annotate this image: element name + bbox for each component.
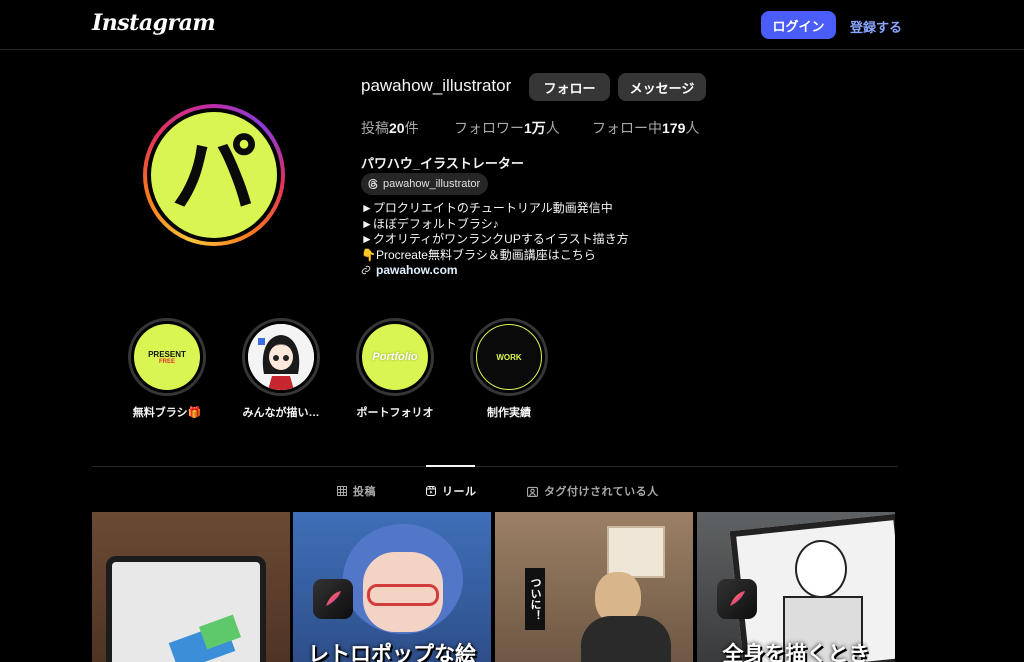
highlight-label: 制作実績 (487, 407, 531, 419)
highlight-everyone-drew[interactable]: みんなが描い… (231, 318, 331, 420)
highlight-label: みんなが描い… (242, 407, 320, 419)
highlight-cover-title: WORK (496, 352, 522, 362)
highlight-label: ポートフォリオ (356, 407, 434, 419)
highlight-cover: Portfolio (362, 324, 428, 390)
goggles (367, 584, 439, 606)
procreate-app-icon (313, 579, 353, 619)
reel-caption: ついに！ (525, 568, 545, 630)
highlight-cover: WORK (476, 324, 542, 390)
reel-thumbnail[interactable]: ついに！ (495, 512, 693, 662)
link-text: pawahow.com (376, 263, 458, 277)
followers-count: 1万 (524, 120, 546, 136)
following-unit: 人 (685, 120, 700, 136)
sketch-head (795, 540, 847, 598)
reel-thumbnail[interactable]: 全身を描くとき (697, 512, 895, 662)
posts-stat: 投稿20件 (361, 118, 419, 138)
reel-caption: レトロポップな絵 (308, 643, 476, 662)
following-count: 179 (662, 120, 686, 136)
followers-label: フォロワー (454, 120, 524, 136)
followers-stat[interactable]: フォロワー1万人 (454, 118, 560, 138)
tab-label: リール (442, 486, 477, 498)
threads-badge[interactable]: pawahow_illustrator (361, 173, 489, 195)
highlight-label: 無料ブラシ🎁 (132, 407, 202, 419)
highlight-cover-title: PRESENT (148, 349, 186, 359)
follow-button[interactable]: フォロー (529, 73, 610, 101)
link-icon (361, 265, 371, 275)
tab-label: タグ付けされている人 (544, 486, 659, 498)
highlight-cover-illustration (248, 324, 314, 390)
highlight-ring: WORK (470, 318, 548, 396)
followers-unit: 人 (545, 120, 560, 136)
highlight-cover-sub: FREE (158, 358, 175, 365)
threads-icon (368, 178, 378, 190)
profile-avatar[interactable]: パ (151, 112, 277, 238)
posts-count: 20 (389, 120, 405, 136)
signup-link[interactable]: 登録する (850, 17, 902, 36)
reel-thumbnail[interactable] (92, 512, 290, 662)
grid-icon (337, 486, 347, 496)
profile-bio: ►プロクリエイトのチュートリアル動画発信中 ►ほぼデフォルトブラシ♪ ►クオリテ… (361, 201, 629, 263)
bio-line: ►プロクリエイトのチュートリアル動画発信中 (361, 201, 613, 215)
avatar-character: パ (171, 125, 257, 225)
procreate-app-icon (717, 579, 757, 619)
top-navigation-bar: Instagram ログイン 登録する (0, 0, 1024, 50)
bio-line: ►クオリティがワンランクUPするイラスト描き方 (361, 232, 629, 246)
girl-illustration-icon (248, 324, 314, 390)
following-label: フォロー中 (592, 120, 662, 136)
login-button[interactable]: ログイン (761, 11, 836, 39)
threads-handle: pawahow_illustrator (383, 178, 481, 190)
reel-thumbnail[interactable]: レトロポップな絵 (293, 512, 491, 662)
highlight-free-brush[interactable]: PRESENT FREE 無料ブラシ🎁 (117, 318, 217, 420)
posts-label: 投稿 (361, 120, 389, 136)
highlight-cover: PRESENT FREE (134, 324, 200, 390)
tab-posts[interactable]: 投稿 (337, 483, 376, 499)
posts-unit: 件 (404, 120, 419, 136)
active-tab-indicator (426, 465, 475, 467)
instagram-logo[interactable]: Instagram (92, 10, 216, 36)
highlight-ring (242, 318, 320, 396)
highlight-cover-title: Portfolio (372, 351, 418, 363)
tab-reels[interactable]: リール (426, 483, 477, 499)
bio-line: 👇Procreate無料ブラシ＆動画講座はこちら (361, 247, 596, 262)
message-button[interactable]: メッセージ (618, 73, 706, 101)
highlight-portfolio[interactable]: Portfolio ポートフォリオ (345, 318, 445, 420)
tagged-icon (527, 486, 538, 497)
highlight-ring: PRESENT FREE (128, 318, 206, 396)
profile-username: pawahow_illustrator (361, 76, 512, 95)
following-stat[interactable]: フォロー中179人 (592, 118, 699, 138)
highlight-work[interactable]: WORK 制作実績 (459, 318, 559, 420)
reel-caption: 全身を描くとき (722, 643, 870, 662)
profile-full-name: パワハウ_イラストレーター (361, 156, 524, 171)
tab-label: 投稿 (353, 486, 376, 498)
bio-line: ►ほぼデフォルトブラシ♪ (361, 216, 499, 231)
tabs-divider (92, 466, 898, 467)
profile-avatar-ring[interactable]: パ (143, 104, 285, 246)
profile-external-link[interactable]: pawahow.com (361, 263, 458, 277)
reels-icon (426, 486, 436, 496)
wall-painting (607, 526, 665, 578)
tab-tagged[interactable]: タグ付けされている人 (527, 483, 659, 499)
highlight-ring: Portfolio (356, 318, 434, 396)
person-body (581, 616, 671, 662)
